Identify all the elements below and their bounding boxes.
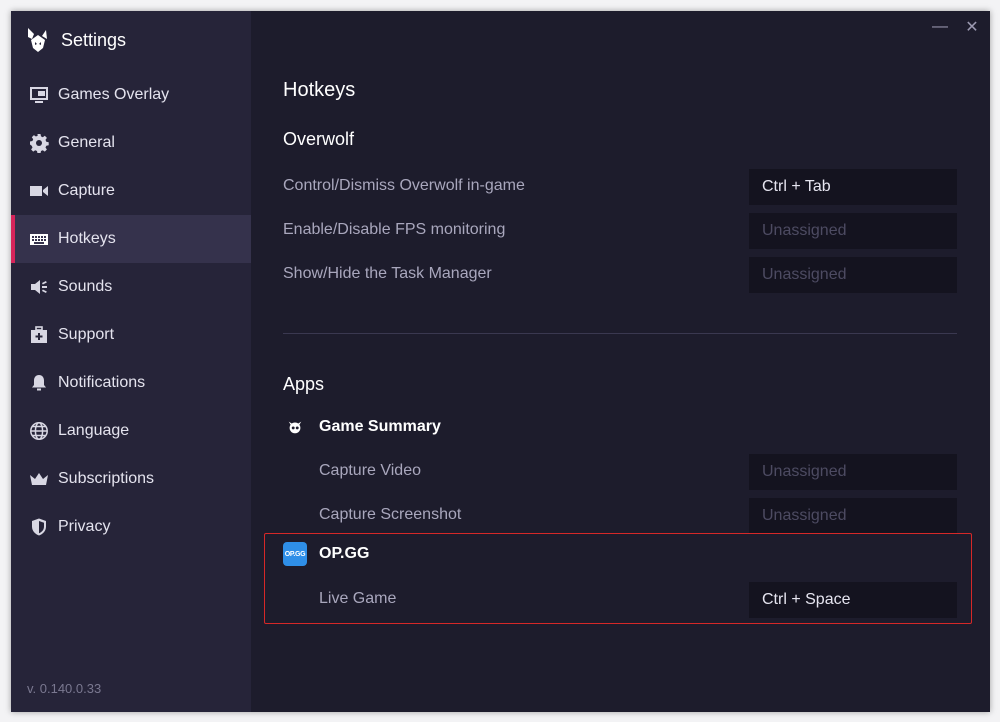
app-header-opgg: OP.GG OP.GG xyxy=(283,542,369,566)
opgg-icon-wrapper: OP.GG xyxy=(283,542,307,566)
sidebar-item-sounds[interactable]: Sounds xyxy=(11,263,251,311)
sidebar-item-general[interactable]: General xyxy=(11,119,251,167)
page-title: Hotkeys xyxy=(283,79,356,101)
sidebar-item-label: Notifications xyxy=(58,374,146,391)
app-name: Game Summary xyxy=(319,418,441,435)
sidebar-item-label: Sounds xyxy=(58,278,113,295)
gear-icon xyxy=(29,133,49,153)
section-heading-overwolf: Overwolf xyxy=(283,129,355,149)
hotkey-input-live-game[interactable] xyxy=(749,582,957,618)
hotkey-input-fps-monitoring[interactable] xyxy=(749,213,957,249)
app-version: v. 0.140.0.33 xyxy=(27,681,102,696)
game-summary-icon xyxy=(283,415,307,439)
crown-icon xyxy=(29,469,49,489)
app-title: Settings xyxy=(61,29,127,50)
speaker-icon xyxy=(29,277,49,297)
hotkey-label: Live Game xyxy=(319,590,397,607)
sidebar-item-label: Support xyxy=(58,326,115,343)
sidebar-item-label: Games Overlay xyxy=(58,86,170,103)
hotkey-label: Control/Dismiss Overwolf in-game xyxy=(283,177,525,194)
hotkey-label: Capture Screenshot xyxy=(319,506,462,523)
opgg-icon: OP.GG xyxy=(283,542,307,566)
overwolf-logo-icon xyxy=(28,28,47,52)
sidebar-item-privacy[interactable]: Privacy xyxy=(11,503,251,551)
sidebar-nav: Games Overlay General Capture Hotkeys So… xyxy=(11,71,251,551)
app-name: OP.GG xyxy=(319,545,370,562)
sidebar-item-hotkeys[interactable]: Hotkeys xyxy=(11,215,251,263)
sidebar-item-label: Hotkeys xyxy=(58,230,116,247)
hotkey-input-capture-video[interactable] xyxy=(749,454,957,490)
globe-icon xyxy=(29,421,49,441)
sidebar-item-label: General xyxy=(58,134,115,151)
sidebar-item-games-overlay[interactable]: Games Overlay xyxy=(11,71,251,119)
sidebar-item-label: Privacy xyxy=(58,518,111,535)
section-heading-apps: Apps xyxy=(283,374,325,394)
brand: Settings xyxy=(25,25,126,55)
hotkey-input-capture-screenshot[interactable] xyxy=(749,498,957,534)
section-divider xyxy=(283,333,957,334)
sidebar-item-capture[interactable]: Capture xyxy=(11,167,251,215)
keyboard-icon xyxy=(29,229,49,249)
hotkey-label: Enable/Disable FPS monitoring xyxy=(283,221,506,238)
sidebar-item-label: Capture xyxy=(58,182,115,199)
bell-icon xyxy=(29,373,49,393)
monitor-icon xyxy=(29,85,49,105)
hotkeys-panel: Hotkeys Overwolf Control/Dismiss Overwol… xyxy=(283,11,957,712)
sidebar-item-subscriptions[interactable]: Subscriptions xyxy=(11,455,251,503)
hotkey-label: Capture Video xyxy=(319,462,421,479)
video-camera-icon xyxy=(29,181,49,201)
sidebar-item-support[interactable]: Support xyxy=(11,311,251,359)
sidebar: Settings Games Overlay General Capture H… xyxy=(11,11,251,712)
hotkey-input-toggle-overwolf[interactable] xyxy=(749,169,957,205)
hotkey-label: Show/Hide the Task Manager xyxy=(283,265,492,282)
sidebar-item-label: Language xyxy=(58,422,130,439)
sidebar-item-notifications[interactable]: Notifications xyxy=(11,359,251,407)
first-aid-icon xyxy=(29,325,49,345)
hotkey-input-task-manager[interactable] xyxy=(749,257,957,293)
sidebar-item-label: Subscriptions xyxy=(58,470,155,487)
app-header-game-summary: Game Summary xyxy=(283,415,441,439)
shield-icon xyxy=(29,517,49,537)
settings-window: Settings Games Overlay General Capture H… xyxy=(11,11,990,712)
close-button[interactable]: ✕ xyxy=(964,17,980,37)
sidebar-item-language[interactable]: Language xyxy=(11,407,251,455)
